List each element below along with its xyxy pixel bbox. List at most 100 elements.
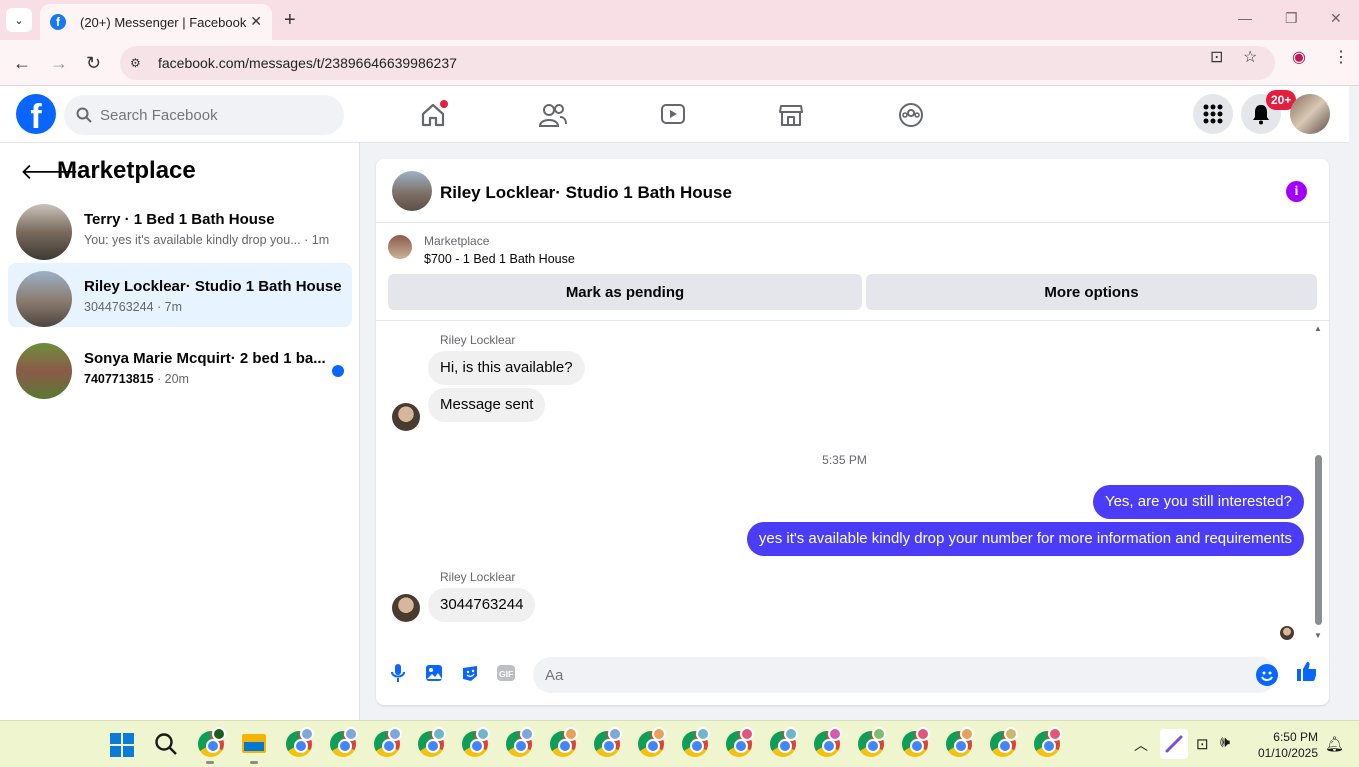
facebook-logo-icon[interactable]: f xyxy=(16,94,56,134)
conversation-thumbnail xyxy=(16,204,72,260)
address-bar[interactable]: ⚙ facebook.com/messages/t/23896646639986… xyxy=(120,46,1275,80)
volume-icon[interactable]: 🕪 xyxy=(1220,734,1230,752)
network-icon[interactable]: ⊡ xyxy=(1196,735,1209,753)
listing-title[interactable]: $700 - 1 Bed 1 Bath House xyxy=(424,252,575,266)
chrome-profile-icon[interactable] xyxy=(418,727,446,757)
page-scrollbar[interactable] xyxy=(1349,86,1359,720)
video-nav-icon[interactable] xyxy=(658,100,688,130)
chrome-profile-icon[interactable] xyxy=(462,727,490,757)
svg-text:GIF: GIF xyxy=(499,669,513,679)
address-toolbar: ← → ↻ ⚙ facebook.com/messages/t/23896646… xyxy=(0,40,1359,86)
account-avatar[interactable] xyxy=(1290,94,1330,134)
gif-icon[interactable]: GIF xyxy=(496,663,516,683)
tab-search-chevron-icon[interactable]: ⌄ xyxy=(6,8,32,32)
message-timestamp: 5:35 PM xyxy=(822,453,867,467)
mark-pending-button[interactable]: Mark as pending xyxy=(388,274,862,310)
chrome-profile-icon[interactable] xyxy=(1034,727,1062,757)
sender-avatar[interactable] xyxy=(392,594,420,622)
messages-scrollbar[interactable]: ▲ ▼ xyxy=(1314,324,1322,640)
conversation-item[interactable]: Sonya Marie Mcquirt· 2 bed 1 ba... 74077… xyxy=(8,335,352,399)
conversation-sidebar: 🡐 Marketplace Terry · 1 Bed 1 Bath House… xyxy=(0,143,360,720)
install-app-icon[interactable]: ⊡ xyxy=(1210,47,1223,67)
file-explorer-icon[interactable] xyxy=(242,734,266,753)
chrome-profile-icon[interactable] xyxy=(858,727,886,757)
url-text[interactable]: facebook.com/messages/t/2389664663998623… xyxy=(158,55,457,71)
browser-tab[interactable]: f (20+) Messenger | Facebook ✕ xyxy=(40,4,272,40)
chrome-profile-icon[interactable] xyxy=(814,727,842,757)
incoming-message[interactable]: 3044763244 xyxy=(428,588,536,622)
listing-thumbnail[interactable] xyxy=(388,235,412,259)
incoming-message[interactable]: Message sent xyxy=(428,388,546,422)
scroll-up-icon[interactable]: ▲ xyxy=(1314,324,1322,333)
chrome-profile-icon[interactable] xyxy=(374,727,402,757)
reload-icon[interactable]: ↻ xyxy=(86,53,101,74)
window-close-icon[interactable]: ✕ xyxy=(1330,10,1342,27)
conversation-name: Terry · 1 Bed 1 Bath House xyxy=(84,211,275,228)
marketplace-nav-icon[interactable] xyxy=(776,100,806,130)
pen-app-icon[interactable] xyxy=(1160,729,1188,759)
sender-name: Riley Locklear xyxy=(440,333,516,347)
site-settings-icon[interactable]: ⚙ xyxy=(130,56,146,70)
chrome-profile-icon[interactable] xyxy=(946,727,974,757)
home-nav-icon[interactable] xyxy=(418,100,448,130)
outgoing-message[interactable]: Yes, are you still interested? xyxy=(1092,485,1304,519)
search-input[interactable] xyxy=(100,106,320,124)
groups-nav-icon[interactable] xyxy=(896,100,926,130)
more-options-button[interactable]: More options xyxy=(866,274,1317,310)
tray-chevron-up-icon[interactable]: ︿ xyxy=(1134,735,1148,755)
sender-name: Riley Locklear xyxy=(440,570,516,584)
notification-center-icon[interactable]: 🔔︎ xyxy=(1325,735,1344,753)
minimize-icon[interactable]: — xyxy=(1238,10,1252,26)
forward-arrow-icon[interactable]: → xyxy=(50,53,68,74)
emoji-icon[interactable] xyxy=(1256,664,1278,686)
chrome-profile-icon[interactable] xyxy=(990,727,1018,757)
clock-time[interactable]: 6:50 PM xyxy=(1262,730,1318,744)
menu-grid-icon[interactable] xyxy=(1193,94,1233,134)
chrome-profile-icon[interactable] xyxy=(506,727,534,757)
like-thumb-icon[interactable] xyxy=(1296,661,1316,681)
friends-nav-icon[interactable] xyxy=(538,100,568,130)
back-arrow-icon[interactable]: ← xyxy=(13,53,31,74)
clock-date[interactable]: 01/10/2025 xyxy=(1250,746,1318,760)
sticker-icon[interactable] xyxy=(460,663,480,683)
tab-close-icon[interactable]: ✕ xyxy=(250,13,262,30)
chrome-profile-icon[interactable] xyxy=(682,727,710,757)
scroll-thumb[interactable] xyxy=(1315,455,1322,625)
conversation-name: Riley Locklear· Studio 1 Bath House xyxy=(84,278,342,295)
conversation-item[interactable]: Terry · 1 Bed 1 Bath House You: yes it's… xyxy=(8,196,352,260)
chrome-profile-icon[interactable] xyxy=(330,727,358,757)
new-tab-plus-icon[interactable]: + xyxy=(284,9,296,32)
message-input[interactable] xyxy=(533,657,1277,693)
scroll-down-icon[interactable]: ▼ xyxy=(1314,631,1322,640)
chat-avatar[interactable] xyxy=(392,171,432,211)
chrome-profile-icon[interactable] xyxy=(550,727,578,757)
info-icon[interactable]: i xyxy=(1286,181,1307,202)
chrome-profile-icon[interactable] xyxy=(286,727,314,757)
photo-icon[interactable] xyxy=(424,663,444,683)
conversation-item-active[interactable]: Riley Locklear· Studio 1 Bath House 3044… xyxy=(8,263,352,327)
restore-icon[interactable]: ❐ xyxy=(1285,10,1298,27)
microphone-icon[interactable] xyxy=(388,663,408,683)
profile-icon[interactable]: ◉ xyxy=(1292,47,1306,67)
chrome-profile-icon[interactable] xyxy=(770,727,798,757)
chat-panel: Riley Locklear· Studio 1 Bath House i Ma… xyxy=(376,159,1329,705)
windows-taskbar: ︿ ⊡ 🕪 6:50 PM 01/10/2025 🔔︎ xyxy=(0,720,1359,767)
conversation-thumbnail xyxy=(16,343,72,399)
windows-start-icon[interactable] xyxy=(110,733,134,757)
chat-title[interactable]: Riley Locklear· Studio 1 Bath House xyxy=(440,183,732,203)
chrome-profile-icon[interactable] xyxy=(594,727,622,757)
bookmark-star-icon[interactable]: ☆ xyxy=(1243,47,1257,67)
incoming-message[interactable]: Hi, is this available? xyxy=(428,351,585,385)
taskbar-search-icon[interactable] xyxy=(154,732,178,761)
search-box[interactable] xyxy=(64,95,344,135)
sidebar-title: Marketplace xyxy=(57,157,196,184)
chrome-profile-icon[interactable] xyxy=(198,727,226,757)
chrome-profile-icon[interactable] xyxy=(902,727,930,757)
search-icon xyxy=(76,107,92,123)
browser-menu-icon[interactable]: ⋮ xyxy=(1333,47,1349,67)
sender-avatar[interactable] xyxy=(392,403,420,431)
outgoing-message[interactable]: yes it's available kindly drop your numb… xyxy=(746,522,1304,556)
conversation-name: Sonya Marie Mcquirt· 2 bed 1 ba... xyxy=(84,350,326,367)
chrome-profile-icon[interactable] xyxy=(638,727,666,757)
chrome-profile-icon[interactable] xyxy=(726,727,754,757)
